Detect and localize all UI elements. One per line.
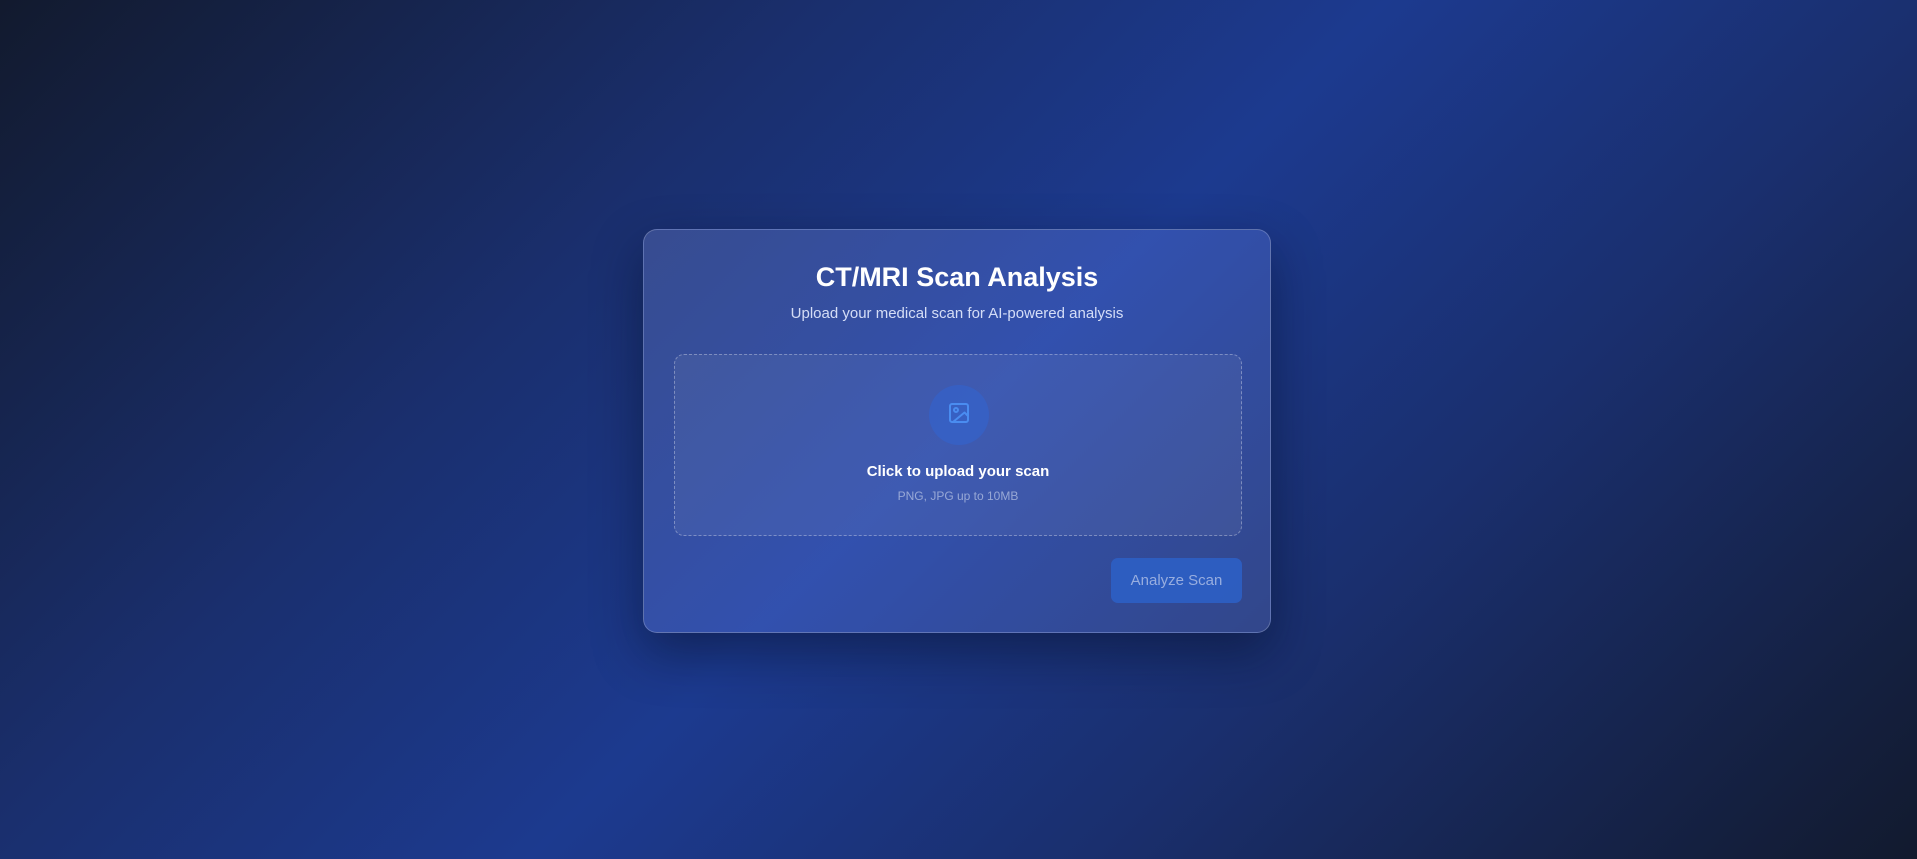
upload-hint: PNG, JPG up to 10MB (897, 489, 1019, 503)
scan-analysis-card: CT/MRI Scan Analysis Upload your medical… (643, 229, 1271, 633)
page-subtitle: Upload your medical scan for AI-powered … (790, 305, 1124, 322)
upload-dropzone[interactable]: Click to upload your scan PNG, JPG up to… (674, 354, 1242, 536)
analyze-scan-button[interactable]: Analyze Scan (1111, 558, 1242, 603)
page-title: CT/MRI Scan Analysis (815, 262, 1099, 292)
upload-icon-circle (929, 385, 989, 445)
image-icon (947, 401, 971, 430)
upload-label: Click to upload your scan (866, 463, 1050, 480)
